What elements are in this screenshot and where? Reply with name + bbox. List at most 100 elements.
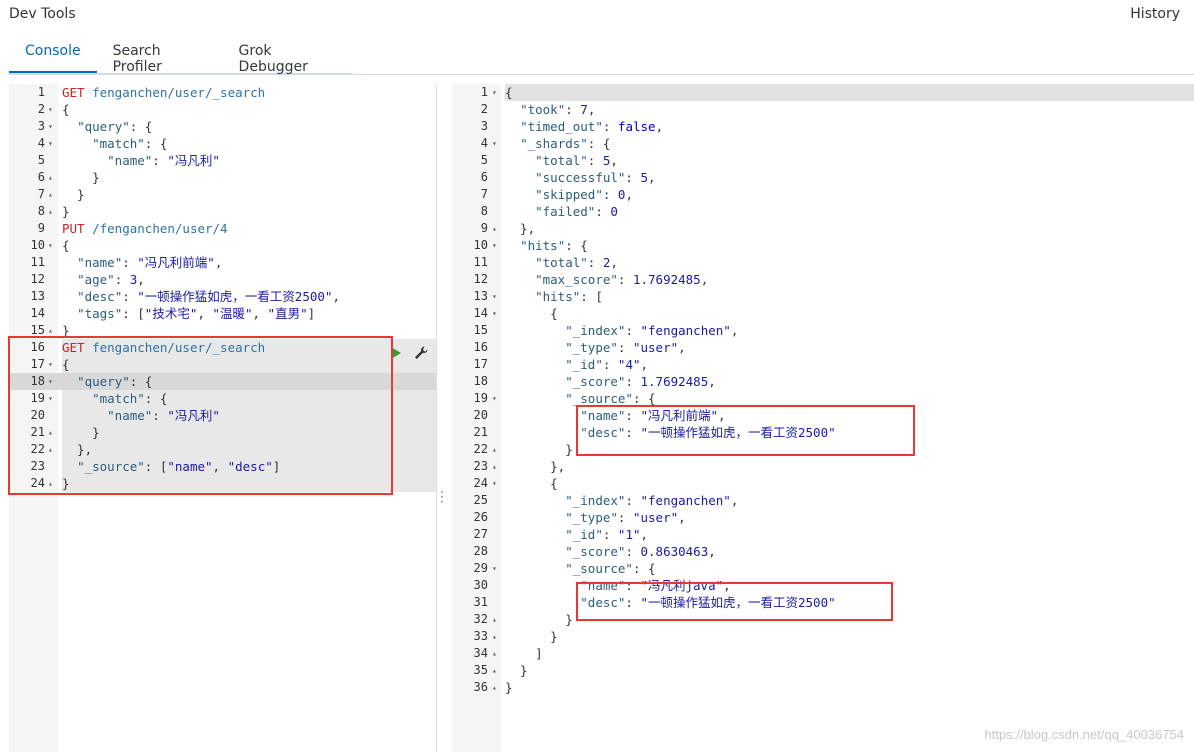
fold-close-icon[interactable]: ▴: [492, 679, 497, 696]
line-number: 2: [480, 102, 488, 116]
code-line: "_index": "fenganchen",: [565, 323, 739, 338]
fold-open-icon[interactable]: ▾: [48, 101, 53, 118]
line-number: 7: [37, 187, 45, 201]
code-line: PUT /fenganchen/user/4: [62, 221, 228, 236]
line-number: 15: [473, 323, 488, 337]
fold-close-icon[interactable]: ▴: [492, 662, 497, 679]
code-line: }: [62, 204, 70, 219]
code-line: "desc": "一顿操作猛如虎，一看工资2500",: [77, 289, 340, 304]
code-line: "age": 3,: [77, 272, 145, 287]
code-line: }: [505, 663, 528, 678]
line-number: 1: [37, 85, 45, 99]
line-number: 13: [30, 289, 45, 303]
code-line: }: [62, 170, 100, 185]
line-number: 6: [480, 170, 488, 184]
annotation-box-hit2-source: [576, 582, 893, 621]
line-number: 36: [473, 680, 488, 694]
tab-bar: Console Search Profiler Grok Debugger: [9, 34, 353, 75]
fold-open-icon[interactable]: ▾: [492, 305, 497, 322]
code-line: "tags": ["技术宅", "温暖", "直男"]: [77, 306, 316, 321]
line-number: 13: [473, 289, 488, 303]
tab-console[interactable]: Console: [9, 34, 97, 73]
code-line: "query": {: [77, 119, 153, 134]
watermark: https://blog.csdn.net/qq_40036754: [984, 727, 1185, 742]
code-line: "hits": {: [520, 238, 588, 253]
fold-open-icon[interactable]: ▾: [492, 135, 497, 152]
fold-close-icon[interactable]: ▴: [492, 441, 497, 458]
top-bar: Dev Tools History: [0, 0, 1194, 30]
code-line: "total": 5,: [535, 153, 618, 168]
line-number: 34: [473, 646, 488, 660]
fold-open-icon[interactable]: ▾: [492, 475, 497, 492]
code-line: "name": "冯凡利前端",: [77, 255, 223, 270]
line-number: 4: [37, 136, 45, 150]
fold-open-icon[interactable]: ▾: [492, 288, 497, 305]
code-line: "timed_out": false,: [520, 119, 664, 134]
history-link[interactable]: History: [1130, 6, 1180, 22]
fold-open-icon[interactable]: ▾: [492, 237, 497, 254]
tab-search-profiler[interactable]: Search Profiler: [97, 34, 223, 75]
line-number: 5: [37, 153, 45, 167]
fold-open-icon[interactable]: ▾: [48, 135, 53, 152]
code-line: "_source": {: [565, 561, 656, 576]
code-line: ]: [505, 646, 543, 661]
code-line: "_index": "fenganchen",: [565, 493, 739, 508]
code-line: }: [505, 442, 573, 457]
code-line: {: [505, 85, 513, 100]
app-title: Dev Tools: [9, 6, 76, 22]
line-number: 16: [473, 340, 488, 354]
code-line: "_id": "1",: [565, 527, 649, 542]
wrench-icon[interactable]: [413, 345, 429, 361]
fold-close-icon[interactable]: ▴: [48, 186, 53, 203]
line-number: 18: [473, 374, 488, 388]
line-number: 9: [480, 221, 488, 235]
line-number: 29: [473, 561, 488, 575]
code-line: }: [505, 629, 558, 644]
fold-close-icon[interactable]: ▴: [492, 458, 497, 475]
line-number: 17: [473, 357, 488, 371]
line-number: 20: [473, 408, 488, 422]
header-divider: [9, 74, 1194, 75]
tab-grok-debugger[interactable]: Grok Debugger: [223, 34, 353, 75]
line-number: 21: [473, 425, 488, 439]
code-line: }: [62, 187, 85, 202]
line-number: 3: [37, 119, 45, 133]
fold-open-icon[interactable]: ▾: [48, 118, 53, 135]
fold-close-icon[interactable]: ▴: [492, 611, 497, 628]
line-number: 14: [30, 306, 45, 320]
line-number: 7: [480, 187, 488, 201]
fold-close-icon[interactable]: ▴: [492, 220, 497, 237]
line-number: 8: [480, 204, 488, 218]
pane-border: [436, 84, 437, 752]
code-line: "max_score": 1.7692485,: [535, 272, 709, 287]
fold-open-icon[interactable]: ▾: [492, 390, 497, 407]
line-number: 26: [473, 510, 488, 524]
fold-open-icon[interactable]: ▾: [48, 237, 53, 254]
fold-close-icon[interactable]: ▴: [492, 645, 497, 662]
line-number: 25: [473, 493, 488, 507]
fold-open-icon[interactable]: ▾: [492, 560, 497, 577]
line-number: 22: [473, 442, 488, 456]
fold-close-icon[interactable]: ▴: [48, 203, 53, 220]
code-line: "_id": "4",: [565, 357, 649, 372]
code-line: "name": "冯凡利": [107, 153, 220, 168]
code-line: },: [505, 459, 566, 474]
code-line: "total": 2,: [535, 255, 618, 270]
code-line: "took": 7,: [520, 102, 596, 117]
line-number: 11: [473, 255, 488, 269]
line-number: 8: [37, 204, 45, 218]
code-line: "_type": "user",: [565, 510, 686, 525]
line-number: 23: [473, 459, 488, 473]
code-line: },: [505, 221, 536, 236]
code-line: {: [62, 238, 70, 253]
fold-close-icon[interactable]: ▴: [492, 628, 497, 645]
code-line: "successful": 5,: [535, 170, 656, 185]
code-line: "failed": 0: [535, 204, 618, 219]
line-number: 4: [480, 136, 488, 150]
line-number: 31: [473, 595, 488, 609]
fold-open-icon[interactable]: ▾: [492, 84, 497, 101]
resize-handle-icon[interactable]: · · ·: [440, 486, 444, 508]
line-number: 12: [473, 272, 488, 286]
line-number: 33: [473, 629, 488, 643]
fold-close-icon[interactable]: ▴: [48, 169, 53, 186]
